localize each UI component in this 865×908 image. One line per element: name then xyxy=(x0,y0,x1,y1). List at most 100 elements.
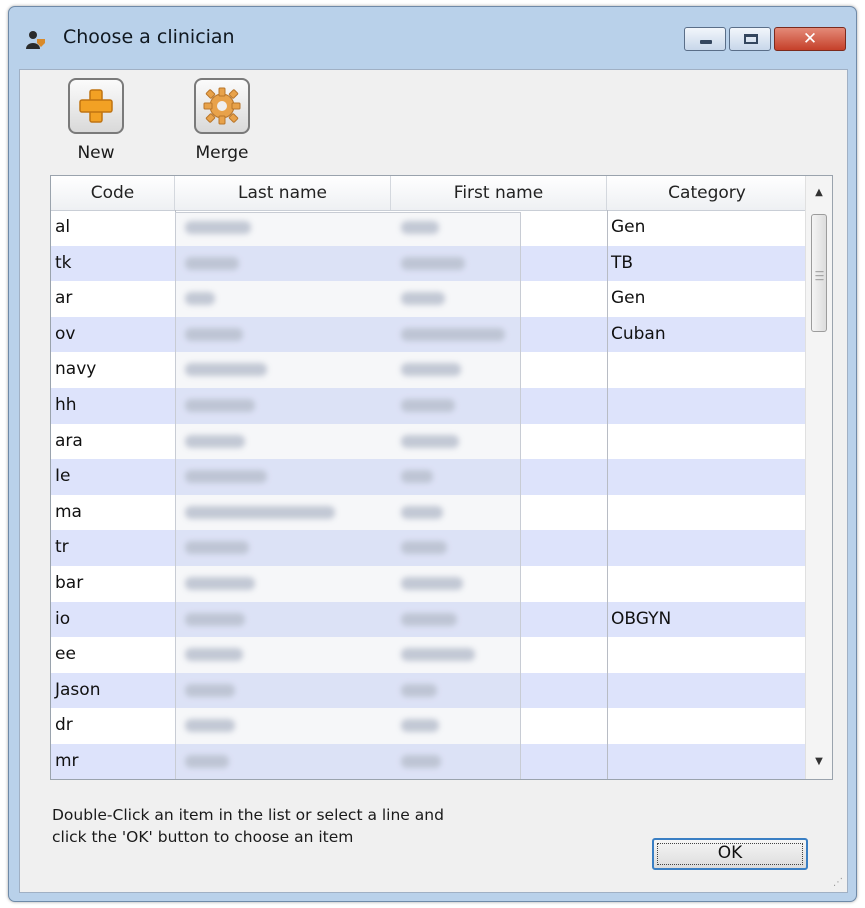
cell-first-name-redacted xyxy=(391,352,607,388)
redaction-blur xyxy=(401,434,459,448)
plus-icon xyxy=(79,89,113,123)
cell-category xyxy=(607,459,807,495)
redaction-blur xyxy=(401,719,439,733)
window-title: Choose a clinician xyxy=(63,26,235,48)
redaction-blur xyxy=(401,327,505,341)
table-row[interactable]: tr xyxy=(51,530,807,566)
table-row[interactable]: Jason xyxy=(51,672,807,709)
title-bar[interactable]: Choose a clinician ✕ xyxy=(9,7,856,69)
scroll-up-arrow-icon[interactable]: ▲ xyxy=(806,176,832,210)
table-row[interactable]: io OBGYN xyxy=(51,601,807,638)
cell-code: ar xyxy=(55,288,73,309)
table-row[interactable]: dr xyxy=(51,708,807,744)
cell-last-name-redacted xyxy=(175,673,391,709)
column-header-code[interactable]: Code xyxy=(51,176,175,210)
cell-code: io xyxy=(55,608,71,629)
cell-first-name-redacted xyxy=(391,495,607,531)
redaction-blur xyxy=(401,256,465,270)
vertical-scrollbar[interactable]: ▲ — — — ▼ xyxy=(805,176,832,779)
cell-first-name-redacted xyxy=(391,637,607,673)
column-divider xyxy=(607,210,608,779)
cell-category xyxy=(607,744,807,779)
redaction-blur xyxy=(185,612,245,626)
cell-category: Gen xyxy=(611,217,646,237)
minimize-button[interactable] xyxy=(684,27,726,51)
cell-first-name-redacted xyxy=(391,246,607,282)
redaction-blur xyxy=(401,398,455,412)
table-row[interactable]: ma xyxy=(51,495,807,531)
focus-ring xyxy=(657,843,803,865)
redaction-blur xyxy=(185,256,239,270)
cell-code: dr xyxy=(55,715,73,736)
redaction-blur xyxy=(185,754,229,768)
redaction-blur xyxy=(185,470,267,484)
redaction-blur xyxy=(401,221,439,234)
table-row[interactable]: al Gen xyxy=(51,210,807,246)
merge-tool: Merge xyxy=(182,78,262,163)
table-row[interactable]: ara xyxy=(51,424,807,460)
redaction-blur xyxy=(185,683,235,697)
cell-category xyxy=(607,708,807,744)
cell-last-name-redacted xyxy=(175,246,391,282)
redaction-blur xyxy=(401,683,437,697)
cell-category: TB xyxy=(611,252,634,273)
cell-last-name-redacted xyxy=(175,637,391,673)
cell-code: bar xyxy=(55,572,84,593)
cell-code: navy xyxy=(55,359,97,380)
scroll-down-arrow-icon[interactable]: ▼ xyxy=(806,745,832,779)
ok-button[interactable]: OK xyxy=(652,838,808,870)
redaction-blur xyxy=(185,576,255,590)
cell-last-name-redacted xyxy=(175,495,391,531)
cell-first-name-redacted xyxy=(391,708,607,744)
redaction-blur xyxy=(401,505,443,519)
cell-first-name-redacted xyxy=(391,459,607,495)
cell-code: ee xyxy=(55,644,76,665)
redaction-blur xyxy=(401,541,447,555)
cell-first-name-redacted xyxy=(391,424,607,460)
clinician-table[interactable]: Code Last name First name Category al Gen… xyxy=(50,175,833,780)
grip-icon: — — — xyxy=(815,267,824,285)
merge-button[interactable] xyxy=(194,78,250,134)
cell-first-name-redacted xyxy=(391,744,607,779)
table-row[interactable]: ee xyxy=(51,637,807,673)
cell-last-name-redacted xyxy=(175,317,391,353)
column-header-last-name[interactable]: Last name xyxy=(175,176,391,210)
maximize-button[interactable] xyxy=(729,27,771,51)
table-row[interactable]: navy xyxy=(51,352,807,388)
column-header-first-name[interactable]: First name xyxy=(391,176,607,210)
cell-last-name-redacted xyxy=(175,530,391,566)
cell-code: ma xyxy=(55,501,82,522)
table-row[interactable]: bar xyxy=(51,566,807,602)
redaction-blur xyxy=(401,363,461,377)
cell-last-name-redacted xyxy=(175,388,391,424)
redaction-blur xyxy=(185,292,215,306)
redaction-blur xyxy=(185,398,255,412)
cell-first-name-redacted xyxy=(391,210,607,246)
redaction-blur xyxy=(401,612,457,626)
table-row[interactable]: tk TB xyxy=(51,245,807,282)
table-row[interactable]: Ie xyxy=(51,459,807,495)
cell-code: mr xyxy=(55,750,79,771)
table-row[interactable]: mr xyxy=(51,743,807,779)
new-tool: New xyxy=(56,78,136,163)
cell-first-name-redacted xyxy=(391,317,607,353)
redaction-blur xyxy=(401,292,445,306)
table-row[interactable]: hh xyxy=(51,387,807,424)
cell-code: Ie xyxy=(55,466,71,487)
table-row[interactable]: ov Cuban xyxy=(51,316,807,353)
table-row[interactable]: ar Gen xyxy=(51,281,807,317)
close-button[interactable]: ✕ xyxy=(774,27,846,51)
new-button[interactable] xyxy=(68,78,124,134)
resize-grip-icon[interactable]: ⋰ xyxy=(833,877,843,888)
redaction-blur xyxy=(401,754,441,768)
redaction-blur xyxy=(401,470,433,484)
redaction-blur xyxy=(185,541,249,555)
cell-category xyxy=(607,530,807,566)
cell-first-name-redacted xyxy=(391,388,607,424)
cell-last-name-redacted xyxy=(175,744,391,779)
close-icon: ✕ xyxy=(802,29,818,49)
cell-code: tr xyxy=(55,537,69,558)
scroll-thumb[interactable]: — — — xyxy=(811,214,827,332)
clinician-app-icon xyxy=(25,29,47,51)
column-header-category[interactable]: Category xyxy=(607,176,807,210)
